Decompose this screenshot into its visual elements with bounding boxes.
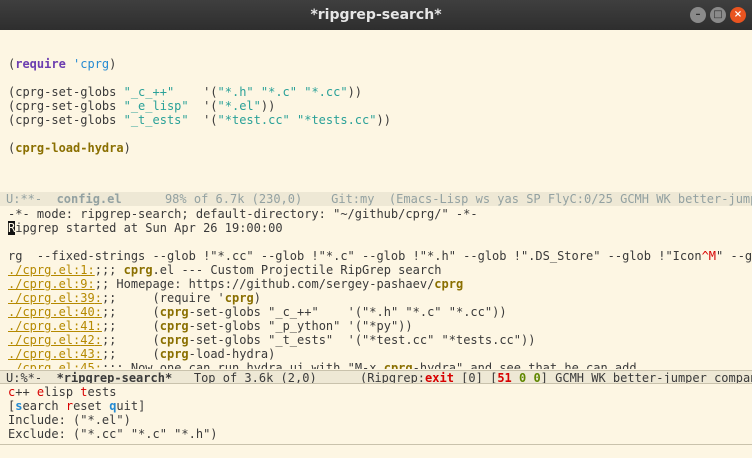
result-separator: : (94, 319, 102, 333)
code-line-globs-cpp: (cprg-set-globs "_c_++" '("*.h" "*.c" "*… (8, 85, 363, 99)
result-separator: : (94, 333, 102, 347)
result-match: cprg (159, 305, 189, 319)
result-file-link[interactable]: ./cprg.el (8, 347, 73, 361)
result-line[interactable]: ./cprg.el:45:;;; Now one can run hydra u… (8, 361, 637, 369)
result-separator: : (94, 291, 102, 305)
result-text: ;;; (94, 263, 124, 277)
result-match: cprg (159, 319, 189, 333)
close-icon[interactable]: × (730, 7, 746, 23)
result-text: -set-globs "_c_++" '("*.h" "*.c" "*.cc")… (188, 305, 507, 319)
result-match: cprg (383, 361, 413, 369)
window-title: *ripgrep-search* (310, 7, 442, 23)
result-line-number[interactable]: 1 (80, 263, 87, 277)
modeline-buffer-name: *ripgrep-search* (56, 371, 173, 384)
result-line-number[interactable]: 43 (80, 347, 94, 361)
result-separator: : (87, 263, 95, 277)
code-line-globs-elisp: (cprg-set-globs "_e_lisp" '("*.el")) (8, 99, 276, 113)
result-text: ;; ( (101, 333, 160, 347)
result-line-number[interactable]: 39 (80, 291, 94, 305)
result-file-link[interactable]: ./cprg.el (8, 291, 73, 305)
result-line[interactable]: ./cprg.el:40:;; (cprg-set-globs "_c_++" … (8, 305, 507, 319)
result-file-link[interactable]: ./cprg.el (8, 361, 73, 369)
ripgrep-started: Ripgrep started at Sun Apr 26 19:00:00 (8, 221, 283, 235)
maximize-icon[interactable]: □ (710, 7, 726, 23)
result-line[interactable]: ./cprg.el:39:;; (require 'cprg) (8, 291, 261, 305)
result-separator: : (94, 361, 102, 369)
result-text: ;; (require ' (101, 291, 225, 305)
hydra-actions: [search reset quit] (8, 399, 146, 413)
result-match: cprg (159, 347, 189, 361)
modeline-config: U:**- config.el 98% of 6.7k (230,0) Git:… (0, 192, 752, 206)
minimize-icon[interactable]: – (690, 7, 706, 23)
result-file-link[interactable]: ./cprg.el (8, 277, 73, 291)
result-line[interactable]: ./cprg.el:42:;; (cprg-set-globs "_t_ests… (8, 333, 535, 347)
hydra-include: Include: ("*.el") (8, 413, 131, 427)
hydra-exclude: Exclude: ("*.cc" "*.c" "*.h") (8, 427, 218, 441)
result-text: ;;; Now one can run hydra ui with "M-x (101, 361, 384, 369)
result-separator: : (94, 305, 102, 319)
result-file-link[interactable]: ./cprg.el (8, 319, 73, 333)
result-text: ) (253, 291, 261, 305)
result-text: -set-globs "_p_ython" '("*py")) (188, 319, 413, 333)
hydra-languages: c++ elisp tests (8, 385, 117, 399)
ripgrep-command: rg --fixed-strings --glob !"*.cc" --glob… (8, 249, 752, 263)
hydra-key-reset[interactable]: r (66, 399, 73, 413)
result-line[interactable]: ./cprg.el:41:;; (cprg-set-globs "_p_ytho… (8, 319, 413, 333)
result-match: cprg (159, 333, 189, 347)
result-text: ;; ( (101, 305, 160, 319)
result-file-link[interactable]: ./cprg.el (8, 263, 73, 277)
hydra-key-tests[interactable]: t (80, 385, 87, 399)
ripgrep-header: -*- mode: ripgrep-search; default-direct… (8, 207, 478, 221)
code-line-globs-tests: (cprg-set-globs "_t_ests" '("*test.cc" "… (8, 113, 391, 127)
code-line-require: (require 'cprg) (8, 57, 117, 71)
result-separator: : (87, 277, 95, 291)
echo-area-divider (0, 444, 752, 445)
result-text: -hydra" and see that he can add (412, 361, 637, 369)
modeline-ripgrep: U:%*- *ripgrep-search* Top of 3.6k (2,0)… (0, 370, 752, 384)
result-line-number[interactable]: 9 (80, 277, 87, 291)
result-line-number[interactable]: 42 (80, 333, 94, 347)
result-line-number[interactable]: 45 (80, 361, 94, 369)
result-file-link[interactable]: ./cprg.el (8, 305, 73, 319)
window-titlebar: *ripgrep-search* – □ × (0, 0, 752, 30)
result-text: -set-globs "_t_ests" '("*test.cc" "*test… (188, 333, 536, 347)
result-separator: : (94, 347, 102, 361)
result-line-number[interactable]: 40 (80, 305, 94, 319)
result-text: ;; ( (101, 319, 160, 333)
result-match: cprg (434, 277, 464, 291)
result-text: -load-hydra) (188, 347, 276, 361)
result-line[interactable]: ./cprg.el:43:;; (cprg-load-hydra) (8, 347, 275, 361)
modeline-buffer-name: config.el (56, 192, 122, 206)
code-line-load-hydra: (cprg-load-hydra) (8, 141, 131, 155)
result-file-link[interactable]: ./cprg.el (8, 333, 73, 347)
result-match: cprg (123, 263, 153, 277)
result-text: ;; ( (101, 347, 160, 361)
result-match: cprg (224, 291, 254, 305)
result-text: .el --- Custom Projectile RipGrep search (152, 263, 442, 277)
result-line[interactable]: ./cprg.el:1:;;; cprg.el --- Custom Proje… (8, 263, 442, 277)
result-text: ;; Homepage: https://github.com/sergey-p… (94, 277, 435, 291)
result-line-number[interactable]: 41 (80, 319, 94, 333)
result-line[interactable]: ./cprg.el:9:;; Homepage: https://github.… (8, 277, 463, 291)
